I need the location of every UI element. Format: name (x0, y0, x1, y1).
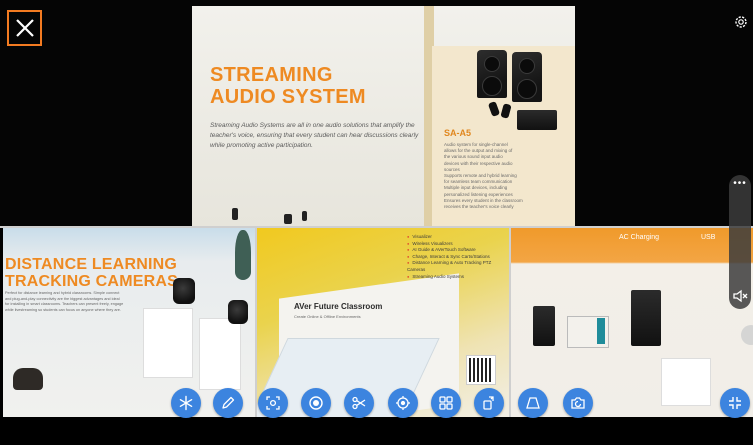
amplifier-image (517, 110, 557, 130)
tile-title: AVer Future Classroom (294, 302, 383, 311)
capture-button[interactable] (344, 388, 374, 418)
tile-subtitle: Create Online & Offline Environments (294, 314, 361, 319)
crouching-person (13, 368, 43, 390)
record-button[interactable] (301, 388, 331, 418)
grid-divider-vertical-1 (255, 228, 257, 417)
speaker-right-image (512, 52, 542, 102)
record-icon (309, 396, 323, 410)
ptz-camera-image (173, 278, 195, 304)
ptz-camera-image-2 (228, 300, 248, 324)
gear-icon (735, 16, 747, 28)
focus-button[interactable] (258, 388, 288, 418)
bottom-bar (0, 417, 753, 445)
floor-device-3 (302, 211, 307, 221)
tile-title-line1: DISTANCE LEARNING (5, 256, 177, 273)
cabinet-accent (597, 318, 605, 344)
product-card-2 (199, 318, 241, 390)
mute-button[interactable] (731, 287, 749, 305)
collapse-icon (729, 397, 741, 409)
poster-bullets: Audio system for single-channel allows f… (444, 142, 566, 210)
charging-cart-image (533, 306, 555, 346)
audio-poster: STREAMING AUDIO SYSTEM Streaming Audio S… (192, 6, 575, 226)
rotate-button[interactable] (474, 388, 504, 418)
qr-code (466, 355, 496, 385)
tile-label-usb: USB (701, 234, 716, 241)
crosshair-button[interactable] (388, 388, 418, 418)
feature-item: Distance Learning & Auto Tracking PTZ Ca… (407, 260, 507, 273)
settings-button[interactable] (733, 14, 749, 30)
crosshair-icon (396, 396, 410, 410)
more-icon: ••• (733, 178, 747, 189)
speaker-mute-icon (733, 289, 748, 303)
pen-icon (222, 396, 235, 409)
snowflake-icon (179, 395, 193, 411)
camera-switch-button[interactable] (563, 388, 593, 418)
feature-item: Wireless Visualizers (407, 241, 507, 248)
exit-fullscreen-button[interactable] (720, 388, 750, 418)
camera-tile-distance-learning[interactable]: DISTANCE LEARNING TRACKING CAMERAS Perfe… (3, 228, 255, 417)
keystone-button[interactable] (518, 388, 548, 418)
focus-icon (266, 396, 280, 410)
feature-item: Visualizer (407, 234, 507, 241)
feature-item: Streaming Audio Systems (407, 274, 507, 281)
floor-device-2 (284, 214, 292, 224)
camera-tile-charging[interactable]: AC Charging USB (511, 228, 753, 417)
poster-description: Streaming Audio Systems are all in one a… (210, 122, 419, 149)
more-options-button[interactable]: ••• (729, 175, 751, 197)
rotate-icon (483, 396, 494, 410)
keystone-icon (526, 397, 540, 409)
feature-item: Charge, Interact & Sync Carts/Stations (407, 254, 507, 261)
main-camera-feed: STREAMING AUDIO SYSTEM Streaming Audio S… (0, 0, 753, 226)
grid-icon (439, 396, 453, 410)
floor-device-1 (232, 208, 238, 220)
freeze-button[interactable] (171, 388, 201, 418)
poster-model: SA-A5 (444, 128, 472, 138)
close-button[interactable] (7, 10, 42, 46)
camera-tile-future-classroom[interactable]: AVer Future Classroom Create Online & Of… (257, 228, 509, 417)
spec-card (661, 358, 711, 406)
poster-title: STREAMING AUDIO SYSTEM (210, 64, 366, 108)
product-card (143, 308, 193, 378)
close-icon (15, 19, 34, 37)
charging-cart-image-2 (631, 290, 661, 346)
tile-title-line2: TRACKING CAMERAS (5, 273, 178, 290)
tile-label-ac: AC Charging (619, 234, 660, 241)
grid-divider-horizontal (0, 226, 753, 228)
grid-divider-vertical-2 (509, 228, 511, 417)
scissors-icon (352, 396, 366, 410)
person-figure (235, 230, 251, 280)
speaker-left-image (477, 50, 507, 98)
annotate-button[interactable] (213, 388, 243, 418)
camera-rotate-icon (571, 397, 585, 409)
layout-button[interactable] (431, 388, 461, 418)
feature-list: Visualizer Wireless Visualizers AI Guide… (407, 234, 507, 280)
tile-title: DISTANCE LEARNING TRACKING CAMERAS (5, 256, 178, 290)
tile-description: Perfect for distance learning and hybrid… (5, 291, 124, 312)
feature-item: AI Guide & AVerTouch Software (407, 247, 507, 254)
bullet: receives the teacher's voice clearly (444, 204, 514, 210)
